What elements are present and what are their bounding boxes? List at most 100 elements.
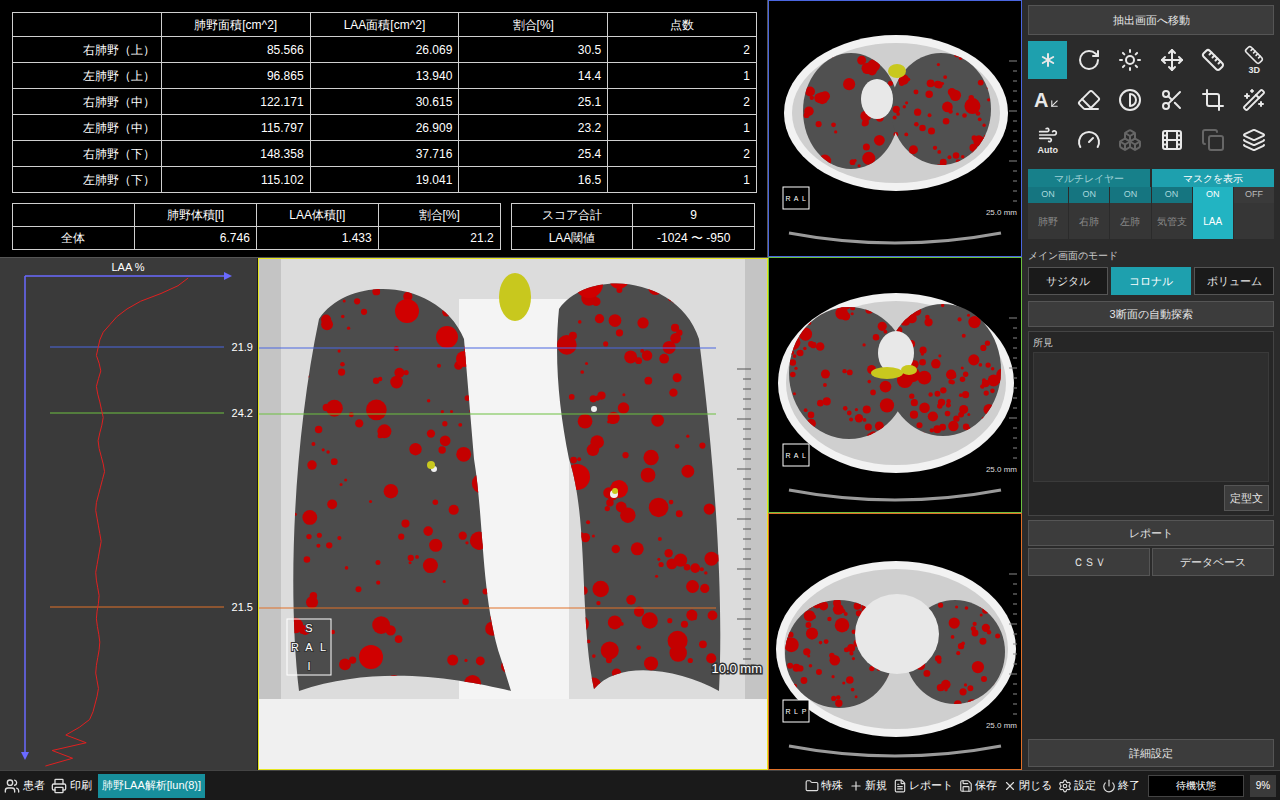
- template-button[interactable]: 定型文: [1224, 485, 1269, 511]
- x-axis-arrow-icon: [224, 272, 232, 280]
- laa-series: [45, 278, 188, 766]
- svg-text:R: R: [785, 452, 790, 459]
- tool-grid: 3D AAuto: [1028, 41, 1274, 159]
- tool-button[interactable]: 3D: [1235, 41, 1274, 79]
- layer-label[interactable]: 肺野: [1028, 203, 1068, 239]
- mask-tab[interactable]: マスクを表示: [1152, 169, 1274, 187]
- tool-button[interactable]: [1193, 121, 1232, 159]
- table-cell: 1.433: [256, 227, 378, 250]
- axial-view[interactable]: RAL25.0 mm: [768, 257, 1022, 514]
- table-cell: 122.171: [161, 89, 310, 115]
- taskbar-button[interactable]: 印刷: [51, 777, 92, 794]
- table-row: 左肺野（上）96.86513.94014.41: [13, 63, 757, 89]
- layer-label[interactable]: LAA: [1193, 203, 1233, 239]
- export-button[interactable]: ＣＳＶ: [1028, 548, 1150, 576]
- taskbar-button[interactable]: 特殊: [805, 777, 843, 794]
- table-cell: 14.4: [459, 63, 608, 89]
- slice-marker[interactable]: 21.5: [50, 601, 253, 613]
- table-row: 左肺野（中）115.79726.90923.21: [13, 115, 757, 141]
- taskbar-button[interactable]: 設定: [1058, 777, 1096, 794]
- taskbar-button[interactable]: 新規: [849, 777, 887, 794]
- slice-marker-line[interactable]: [259, 608, 716, 609]
- taskbar-button[interactable]: 終了: [1102, 777, 1140, 794]
- tool-button[interactable]: Auto: [1028, 121, 1067, 159]
- status-box: 待機状態: [1148, 775, 1244, 797]
- axial-ct-image: RAL25.0 mm: [769, 258, 1021, 512]
- slice-marker-line[interactable]: [259, 348, 716, 349]
- svg-text:R: R: [785, 195, 790, 202]
- axial-view[interactable]: RAL25.0 mm: [768, 0, 1022, 257]
- layer-label[interactable]: [1234, 203, 1274, 239]
- layer-state[interactable]: OFF: [1234, 187, 1274, 203]
- mask-tab[interactable]: マルチレイヤー: [1028, 169, 1150, 187]
- tool-button[interactable]: [1111, 41, 1150, 79]
- tool-button[interactable]: [1152, 121, 1191, 159]
- tool-button[interactable]: [1028, 41, 1067, 79]
- layer-label[interactable]: 右肺: [1069, 203, 1109, 239]
- tool-icon: [1077, 128, 1101, 152]
- jump-button[interactable]: 抽出画面へ移動: [1028, 5, 1274, 35]
- tool-button[interactable]: [1193, 41, 1232, 79]
- table-cell: 30.615: [310, 89, 459, 115]
- slice-marker-line[interactable]: [259, 414, 716, 415]
- table-cell: 9: [633, 204, 755, 227]
- coronal-view[interactable]: SRALI10.0 mm: [258, 258, 768, 770]
- summary-table: 肺野体積[l]LAA体積[l]割合[%]全体6.7461.43321.2: [12, 203, 501, 250]
- layer-state[interactable]: ON: [1028, 187, 1068, 203]
- table-cell: 30.5: [459, 37, 608, 63]
- report-button[interactable]: レポート: [1028, 520, 1274, 546]
- layer-label[interactable]: 気管支: [1152, 203, 1192, 239]
- svg-text:L: L: [320, 641, 326, 653]
- slice-marker[interactable]: 21.9: [50, 341, 253, 353]
- layer-state[interactable]: ON: [1193, 187, 1233, 203]
- taskbar-button[interactable]: 閉じる: [1003, 777, 1052, 794]
- layer-state[interactable]: ON: [1069, 187, 1109, 203]
- taskbar-button[interactable]: 患者: [4, 777, 45, 794]
- tool-button[interactable]: A: [1028, 81, 1067, 119]
- table-cell: スコア合計: [511, 204, 633, 227]
- tool-button[interactable]: [1111, 121, 1150, 159]
- mode-button[interactable]: サジタル: [1028, 267, 1108, 295]
- x-axis: [25, 275, 228, 277]
- tool-button[interactable]: [1235, 81, 1274, 119]
- tool-button[interactable]: [1152, 41, 1191, 79]
- tool-icon: [1077, 88, 1101, 112]
- tool-icon: [1118, 128, 1142, 152]
- tool-button[interactable]: [1069, 41, 1108, 79]
- tool-button[interactable]: [1069, 121, 1108, 159]
- results-panel: 肺野面積[cm^2]LAA面積[cm^2]割合[%]点数右肺野（上）85.566…: [0, 0, 768, 258]
- detail-settings-button[interactable]: 詳細設定: [1028, 739, 1274, 767]
- table-row: 全体6.7461.43321.2: [13, 227, 501, 250]
- taskbar-button[interactable]: 保存: [959, 777, 997, 794]
- tool-button[interactable]: [1235, 121, 1274, 159]
- axial-view[interactable]: RLP25.0 mm: [768, 513, 1022, 770]
- tool-icon: [1036, 48, 1060, 72]
- tool-button[interactable]: [1193, 81, 1232, 119]
- table-cell: 25.4: [459, 141, 608, 167]
- active-tab[interactable]: 肺野LAA解析[lun(8)]: [98, 774, 205, 798]
- axial-column: RAL25.0 mmRAL25.0 mmRLP25.0 mm: [768, 0, 1022, 770]
- layer-state[interactable]: ON: [1152, 187, 1192, 203]
- taskbar-icon: [805, 779, 819, 793]
- orientation-marker: RLP: [783, 700, 809, 722]
- table-cell: 左肺野（下）: [13, 167, 162, 193]
- slice-marker[interactable]: 24.2: [50, 407, 253, 419]
- auto-search-button[interactable]: 3断面の自動探索: [1028, 301, 1274, 327]
- findings-input[interactable]: [1033, 352, 1269, 482]
- taskbar-button[interactable]: レポート: [893, 777, 953, 794]
- mode-button[interactable]: ボリューム: [1194, 267, 1274, 295]
- axial-ct-image: RAL25.0 mm: [769, 1, 1021, 255]
- table-row: 左肺野（下）115.10219.04116.51: [13, 167, 757, 193]
- tool-button[interactable]: [1152, 81, 1191, 119]
- layer-state[interactable]: ON: [1110, 187, 1150, 203]
- table-cell: 115.797: [161, 115, 310, 141]
- export-button[interactable]: データベース: [1152, 548, 1274, 576]
- svg-text:A: A: [794, 195, 799, 202]
- tool-button[interactable]: [1111, 81, 1150, 119]
- graph-title: LAA %: [111, 261, 144, 273]
- layer-label[interactable]: 左肺: [1110, 203, 1150, 239]
- mode-button[interactable]: コロナル: [1111, 267, 1191, 295]
- column-header: LAA体積[l]: [256, 204, 378, 227]
- table-cell: 2: [608, 37, 757, 63]
- tool-button[interactable]: [1069, 81, 1108, 119]
